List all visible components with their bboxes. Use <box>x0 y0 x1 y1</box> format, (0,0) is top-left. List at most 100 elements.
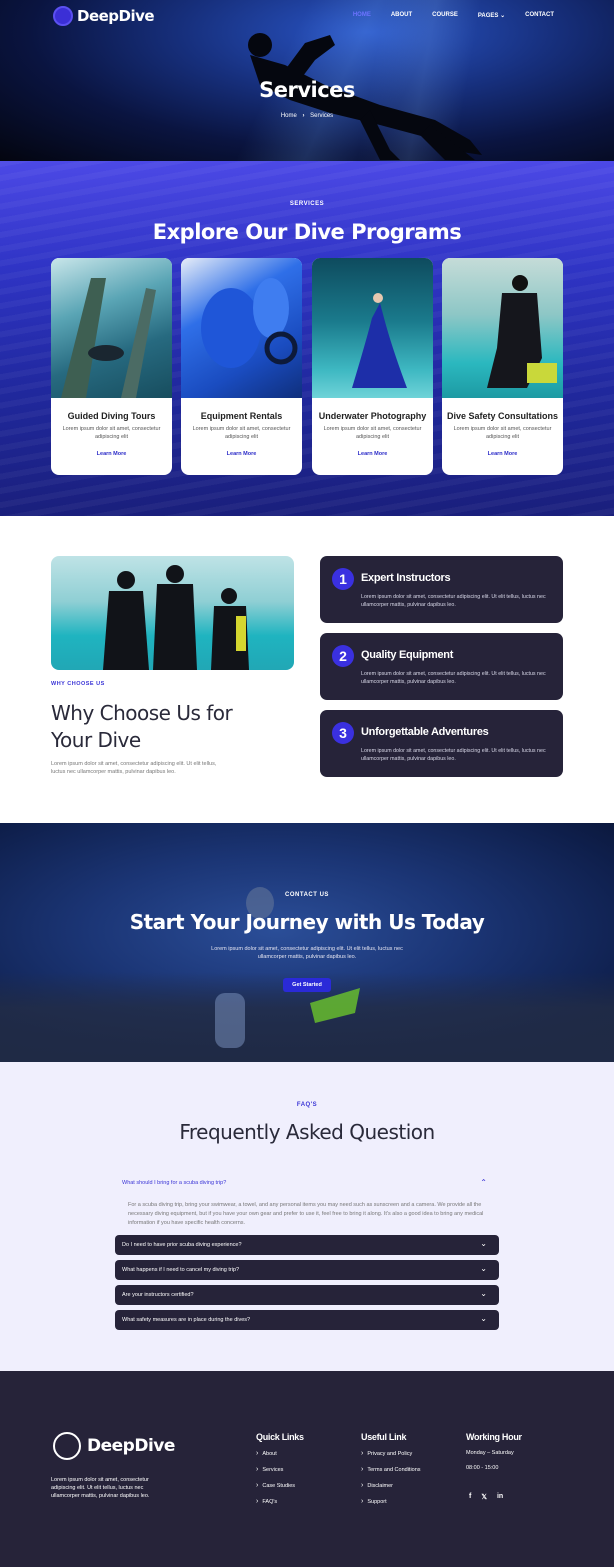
page-hero: DeepDive HOME ABOUT COURSE PAGES ⌄ CONTA… <box>0 0 614 161</box>
footer-link[interactable]: Case Studies <box>256 1482 304 1489</box>
breadcrumb-home[interactable]: Home <box>281 113 297 119</box>
footer-description: Lorem ipsum dolor sit amet, consectetur … <box>51 1477 150 1499</box>
faq-question: What happens if I need to cancel my divi… <box>122 1267 240 1273</box>
why-kicker: WHY CHOOSE US <box>51 681 105 687</box>
faq-answer: For a scuba diving trip, bring your swim… <box>128 1202 484 1226</box>
feature-card: 2 Quality Equipment Lorem ipsum dolor si… <box>320 633 563 700</box>
nav-pages-label: PAGES <box>477 13 499 19</box>
feature-title: Quality Equipment <box>361 649 454 661</box>
dive-safety-image <box>442 258 563 398</box>
site-footer <box>0 1371 614 1567</box>
feature-number: 3 <box>332 722 354 744</box>
nav-course[interactable]: COURSE <box>432 12 458 19</box>
page-title: Services <box>259 78 355 102</box>
service-card[interactable]: Dive Safety Consultations Lorem ipsum do… <box>442 258 563 475</box>
get-started-button[interactable]: Get Started <box>283 978 331 992</box>
card-text: Lorem ipsum dolor sit amet, consectetur … <box>62 426 161 440</box>
learn-more-link[interactable]: Learn More <box>442 451 563 457</box>
cta-description: Lorem ipsum dolor sit amet, consectetur … <box>211 946 403 960</box>
services-title: Explore Our Dive Programs <box>152 220 462 244</box>
card-title: Underwater Photography <box>318 411 427 421</box>
faq-item[interactable]: What safety measures are in place during… <box>115 1310 499 1330</box>
useful-links-title: Useful Link <box>361 1432 407 1442</box>
footer-link[interactable]: Support <box>361 1498 421 1505</box>
quick-links-title: Quick Links <box>256 1432 304 1442</box>
footer-logo-text: DeepDive <box>87 1436 175 1456</box>
service-card[interactable]: Equipment Rentals Lorem ipsum dolor sit … <box>181 258 302 475</box>
chevron-down-icon: ⌄ <box>480 1314 487 1323</box>
feature-number: 1 <box>332 568 354 590</box>
card-text: Lorem ipsum dolor sit amet, consectetur … <box>453 426 552 440</box>
working-hour-title: Working Hour <box>466 1432 522 1442</box>
working-time: 08:00 - 15:00 <box>466 1465 499 1471</box>
card-title: Equipment Rentals <box>200 411 283 421</box>
social-links: f 𝕏 in <box>469 1493 503 1501</box>
logo-text: DeepDive <box>77 7 155 25</box>
footer-link[interactable]: Disclaimer <box>361 1482 421 1489</box>
service-card[interactable]: Underwater Photography Lorem ipsum dolor… <box>312 258 433 475</box>
footer-link[interactable]: Privacy and Policy <box>361 1450 421 1457</box>
chevron-down-icon: ⌄ <box>480 1239 487 1248</box>
diver-helmet-icon <box>53 1432 81 1460</box>
chevron-up-icon[interactable]: ⌃ <box>480 1178 487 1187</box>
cta-kicker: CONTACT US <box>285 892 329 898</box>
nav-contact[interactable]: CONTACT <box>525 12 554 19</box>
breadcrumb-current: Services <box>310 113 334 119</box>
feature-title: Unforgettable Adventures <box>361 726 489 738</box>
learn-more-link[interactable]: Learn More <box>312 451 433 457</box>
feature-card: 3 Unforgettable Adventures Lorem ipsum d… <box>320 710 563 777</box>
faq-question: What safety measures are in place during… <box>122 1317 251 1323</box>
divers-group-image <box>51 556 294 670</box>
learn-more-link[interactable]: Learn More <box>181 451 302 457</box>
quick-links-column: Quick Links About Services Case Studies … <box>256 1432 304 1514</box>
feature-card: 1 Expert Instructors Lorem ipsum dolor s… <box>320 556 563 623</box>
card-text: Lorem ipsum dolor sit amet, consectetur … <box>323 426 422 440</box>
nav-home[interactable]: HOME <box>353 12 371 19</box>
why-title: Why Choose Us for Your Dive <box>51 701 233 752</box>
nav-pages[interactable]: PAGES ⌄ <box>478 12 505 19</box>
services-kicker: SERVICES <box>289 201 325 207</box>
faq-item-open[interactable]: What should I bring for a scuba diving t… <box>115 1175 499 1230</box>
cta-section <box>0 823 614 1062</box>
chevron-down-icon: ⌄ <box>480 1264 487 1273</box>
faq-item[interactable]: Are your instructors certified? ⌄ <box>115 1285 499 1305</box>
card-title: Guided Diving Tours <box>67 411 156 421</box>
faq-kicker: FAQ'S <box>296 1102 318 1108</box>
equipment-image <box>181 258 302 398</box>
facebook-icon[interactable]: f <box>469 1493 471 1501</box>
faq-question: Do I need to have prior scuba diving exp… <box>122 1242 242 1248</box>
diver-helmet-icon <box>53 6 73 26</box>
diving-tour-image <box>51 258 172 398</box>
x-twitter-icon[interactable]: 𝕏 <box>481 1493 487 1501</box>
faq-item[interactable]: Do I need to have prior scuba diving exp… <box>115 1235 499 1255</box>
breadcrumb: Home › Services <box>0 113 614 119</box>
useful-links-column: Useful Link Privacy and Policy Terms and… <box>361 1432 421 1514</box>
faq-question: Are your instructors certified? <box>122 1292 194 1298</box>
linkedin-icon[interactable]: in <box>497 1493 503 1501</box>
chevron-down-icon: ⌄ <box>480 1289 487 1298</box>
footer-link[interactable]: Terms and Conditions <box>361 1466 420 1473</box>
underwater-photo-image <box>312 258 433 398</box>
faq-question[interactable]: What should I bring for a scuba diving t… <box>122 1180 226 1186</box>
card-text: Lorem ipsum dolor sit amet, consectetur … <box>192 426 291 440</box>
main-nav: HOME ABOUT COURSE PAGES ⌄ CONTACT <box>353 12 554 19</box>
learn-more-link[interactable]: Learn More <box>51 451 172 457</box>
footer-link[interactable]: About <box>256 1450 304 1457</box>
card-title: Dive Safety Consultations <box>446 411 559 421</box>
feature-title: Expert Instructors <box>361 572 451 584</box>
service-card[interactable]: Guided Diving Tours Lorem ipsum dolor si… <box>51 258 172 475</box>
working-hour-column: Working Hour Monday – Saturday 08:00 - 1… <box>466 1432 522 1480</box>
footer-link[interactable]: Services <box>256 1466 304 1473</box>
nav-about[interactable]: ABOUT <box>391 12 412 19</box>
site-logo[interactable]: DeepDive <box>53 6 155 26</box>
footer-link[interactable]: FAQ's <box>256 1498 304 1505</box>
why-description: Lorem ipsum dolor sit amet, consectetur … <box>51 761 217 775</box>
faq-title: Frequently Asked Question <box>179 1120 435 1144</box>
chevron-down-icon: ⌄ <box>500 13 506 19</box>
faq-item[interactable]: What happens if I need to cancel my divi… <box>115 1260 499 1280</box>
footer-logo[interactable]: DeepDive <box>53 1432 175 1460</box>
feature-text: Lorem ipsum dolor sit amet, consectetur … <box>361 748 546 762</box>
cta-title: Start Your Journey with Us Today <box>129 910 485 934</box>
feature-text: Lorem ipsum dolor sit amet, consectetur … <box>361 671 546 685</box>
working-days: Monday – Saturday <box>466 1450 514 1456</box>
